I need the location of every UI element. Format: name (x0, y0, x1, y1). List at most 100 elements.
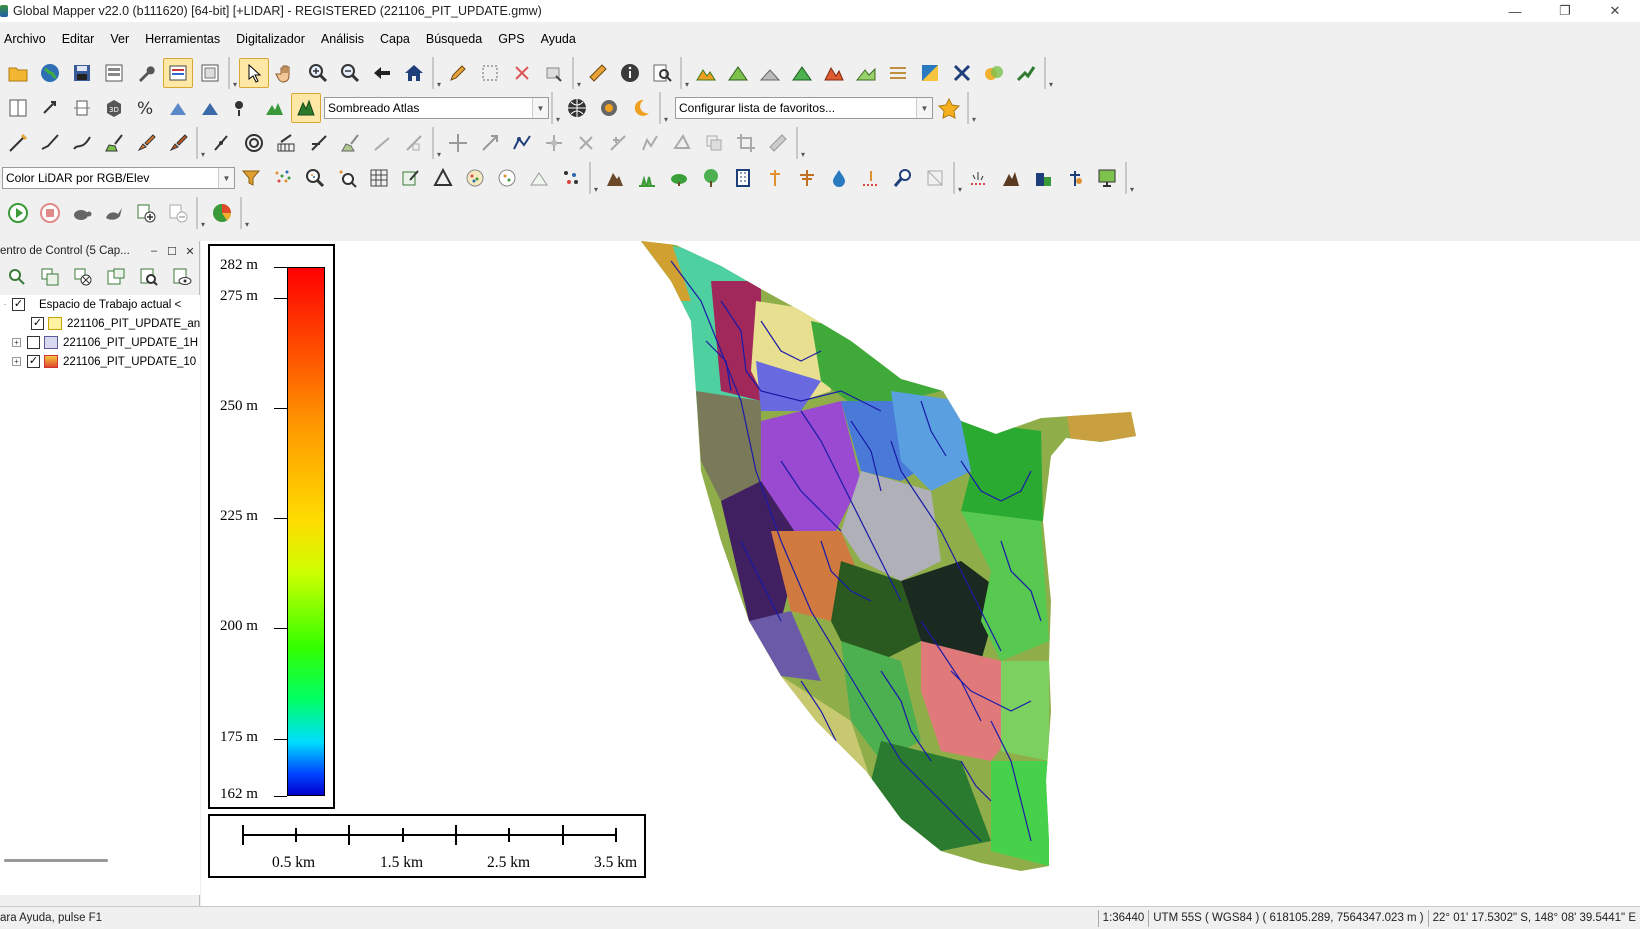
surface-icon[interactable] (1092, 163, 1122, 193)
density-grid-icon[interactable] (979, 58, 1009, 88)
expand-icon[interactable]: + (12, 357, 21, 366)
menu-ayuda[interactable]: Ayuda (533, 32, 584, 46)
medium-vegetation-icon[interactable] (664, 163, 694, 193)
layer-zoom-icon[interactable] (1, 263, 32, 291)
workspace-checkbox[interactable]: ✓ (12, 298, 25, 311)
auto-classify-icon[interactable] (492, 163, 522, 193)
point-cloud-icon[interactable] (268, 163, 298, 193)
layer-row[interactable]: + ✓ 221106_PIT_UPDATE_10 (0, 352, 200, 371)
buffer-icon[interactable] (699, 128, 729, 158)
grid-create-icon[interactable] (271, 128, 301, 158)
elevation-color-icon[interactable] (259, 93, 289, 123)
pan-hand-icon[interactable] (271, 58, 301, 88)
crop-feature-icon[interactable] (731, 128, 761, 158)
cut-line-icon[interactable] (303, 128, 333, 158)
segment-icon[interactable] (920, 163, 950, 193)
panel-collapse-icon[interactable]: – (145, 245, 163, 257)
simplify-icon[interactable] (635, 128, 665, 158)
building-extract-icon[interactable] (1028, 163, 1058, 193)
layer-checkbox[interactable]: ✓ (31, 317, 44, 330)
zoom-in-icon[interactable] (303, 58, 333, 88)
create-curve-icon[interactable] (67, 128, 97, 158)
shade-light-icon[interactable] (163, 93, 193, 123)
menu-archivo[interactable]: Archivo (0, 32, 54, 46)
move-vertex-icon[interactable] (539, 128, 569, 158)
contour-icon[interactable] (723, 58, 753, 88)
settings-gear-icon[interactable] (594, 93, 624, 123)
home-icon[interactable] (399, 58, 429, 88)
overlay-control-icon[interactable] (99, 58, 129, 88)
3d-view-icon[interactable]: 3D (99, 93, 129, 123)
delete-feature-icon[interactable] (507, 58, 537, 88)
globe-icon[interactable] (35, 58, 65, 88)
layer-search-icon[interactable] (134, 263, 165, 291)
ground-class-icon[interactable] (600, 163, 630, 193)
path-profile-icon[interactable] (1011, 58, 1041, 88)
pole-icon[interactable] (760, 163, 790, 193)
tree-extract-icon[interactable] (1060, 163, 1090, 193)
measure-line-icon[interactable] (763, 128, 793, 158)
minimize-button[interactable]: — (1490, 0, 1540, 22)
join-lines-icon[interactable] (367, 128, 397, 158)
filter-icon[interactable] (236, 163, 266, 193)
control-center-icon[interactable] (163, 58, 193, 88)
crop-icon[interactable] (67, 93, 97, 123)
smooth-area-icon[interactable] (335, 128, 365, 158)
night-mode-icon[interactable] (626, 93, 656, 123)
menu-analisis[interactable]: Análisis (313, 32, 372, 46)
add-vertex-icon[interactable] (603, 128, 633, 158)
back-arrow-icon[interactable] (367, 58, 397, 88)
rotate-feature-icon[interactable] (667, 128, 697, 158)
qc-points-icon[interactable] (964, 163, 994, 193)
expand-icon[interactable]: + (12, 338, 21, 347)
building-icon[interactable] (728, 163, 758, 193)
horizontal-scrollbar[interactable] (4, 859, 108, 862)
thin-points-icon[interactable] (460, 163, 490, 193)
layer-stack-icon[interactable] (34, 263, 65, 291)
layer-row[interactable]: + 221106_PIT_UPDATE_1H (0, 333, 200, 352)
info-icon[interactable] (615, 58, 645, 88)
pencil-icon[interactable] (443, 58, 473, 88)
edit-feature-icon[interactable] (539, 58, 569, 88)
shader-select[interactable]: Sombreado Atlas ▼ (324, 97, 549, 119)
map-view[interactable]: 282 m 275 m 250 m 225 m 200 m 175 m 162 m 0.5 … (201, 241, 1640, 906)
star-icon[interactable] (934, 93, 964, 123)
create-line-icon[interactable] (3, 128, 33, 158)
reshape-icon[interactable] (507, 128, 537, 158)
panel-float-icon[interactable]: ☐ (163, 245, 181, 258)
menu-digitalizador[interactable]: Digitalizador (228, 32, 313, 46)
percent-slope-icon[interactable]: % (131, 93, 161, 123)
restore-button[interactable]: ❐ (1540, 0, 1590, 22)
create-polyline-icon[interactable] (35, 128, 65, 158)
save-icon[interactable] (67, 58, 97, 88)
rotate-icon[interactable] (35, 93, 65, 123)
select-tool-icon[interactable] (239, 58, 269, 88)
stop-icon[interactable] (35, 198, 65, 228)
open-folder-icon[interactable] (3, 58, 33, 88)
terrain-points-icon[interactable] (524, 163, 554, 193)
split-view-icon[interactable] (3, 93, 33, 123)
volume-icon[interactable] (755, 58, 785, 88)
layer-row[interactable]: ✓ 221106_PIT_UPDATE_an (0, 314, 200, 333)
menu-busqueda[interactable]: Búsqueda (418, 32, 490, 46)
classify-grid-icon[interactable] (364, 163, 394, 193)
layer-close-icon[interactable] (67, 263, 98, 291)
paint-brush-icon[interactable] (131, 128, 161, 158)
favorites-select[interactable]: Configurar lista de favoritos... ▼ (675, 97, 933, 119)
layer-visibility-icon[interactable] (167, 263, 198, 291)
workspace-row[interactable]: · ✓ Espacio de Trabajo actual < (0, 295, 200, 314)
brush-draw-icon[interactable] (163, 128, 193, 158)
panel-close-icon[interactable]: ✕ (181, 245, 199, 258)
move-icon[interactable] (443, 128, 473, 158)
view-shed-icon[interactable] (819, 58, 849, 88)
slope-icon[interactable] (883, 58, 913, 88)
fast-rabbit-icon[interactable] (99, 198, 129, 228)
close-button[interactable]: ✕ (1590, 0, 1640, 22)
terrain-profile-icon[interactable] (691, 58, 721, 88)
menu-gps[interactable]: GPS (490, 32, 532, 46)
edit-lidar-icon[interactable] (396, 163, 426, 193)
lidar-select-icon[interactable] (332, 163, 362, 193)
terrain-model-icon[interactable] (996, 163, 1026, 193)
measure-ruler-icon[interactable] (583, 58, 613, 88)
add-layer-icon[interactable] (131, 198, 161, 228)
